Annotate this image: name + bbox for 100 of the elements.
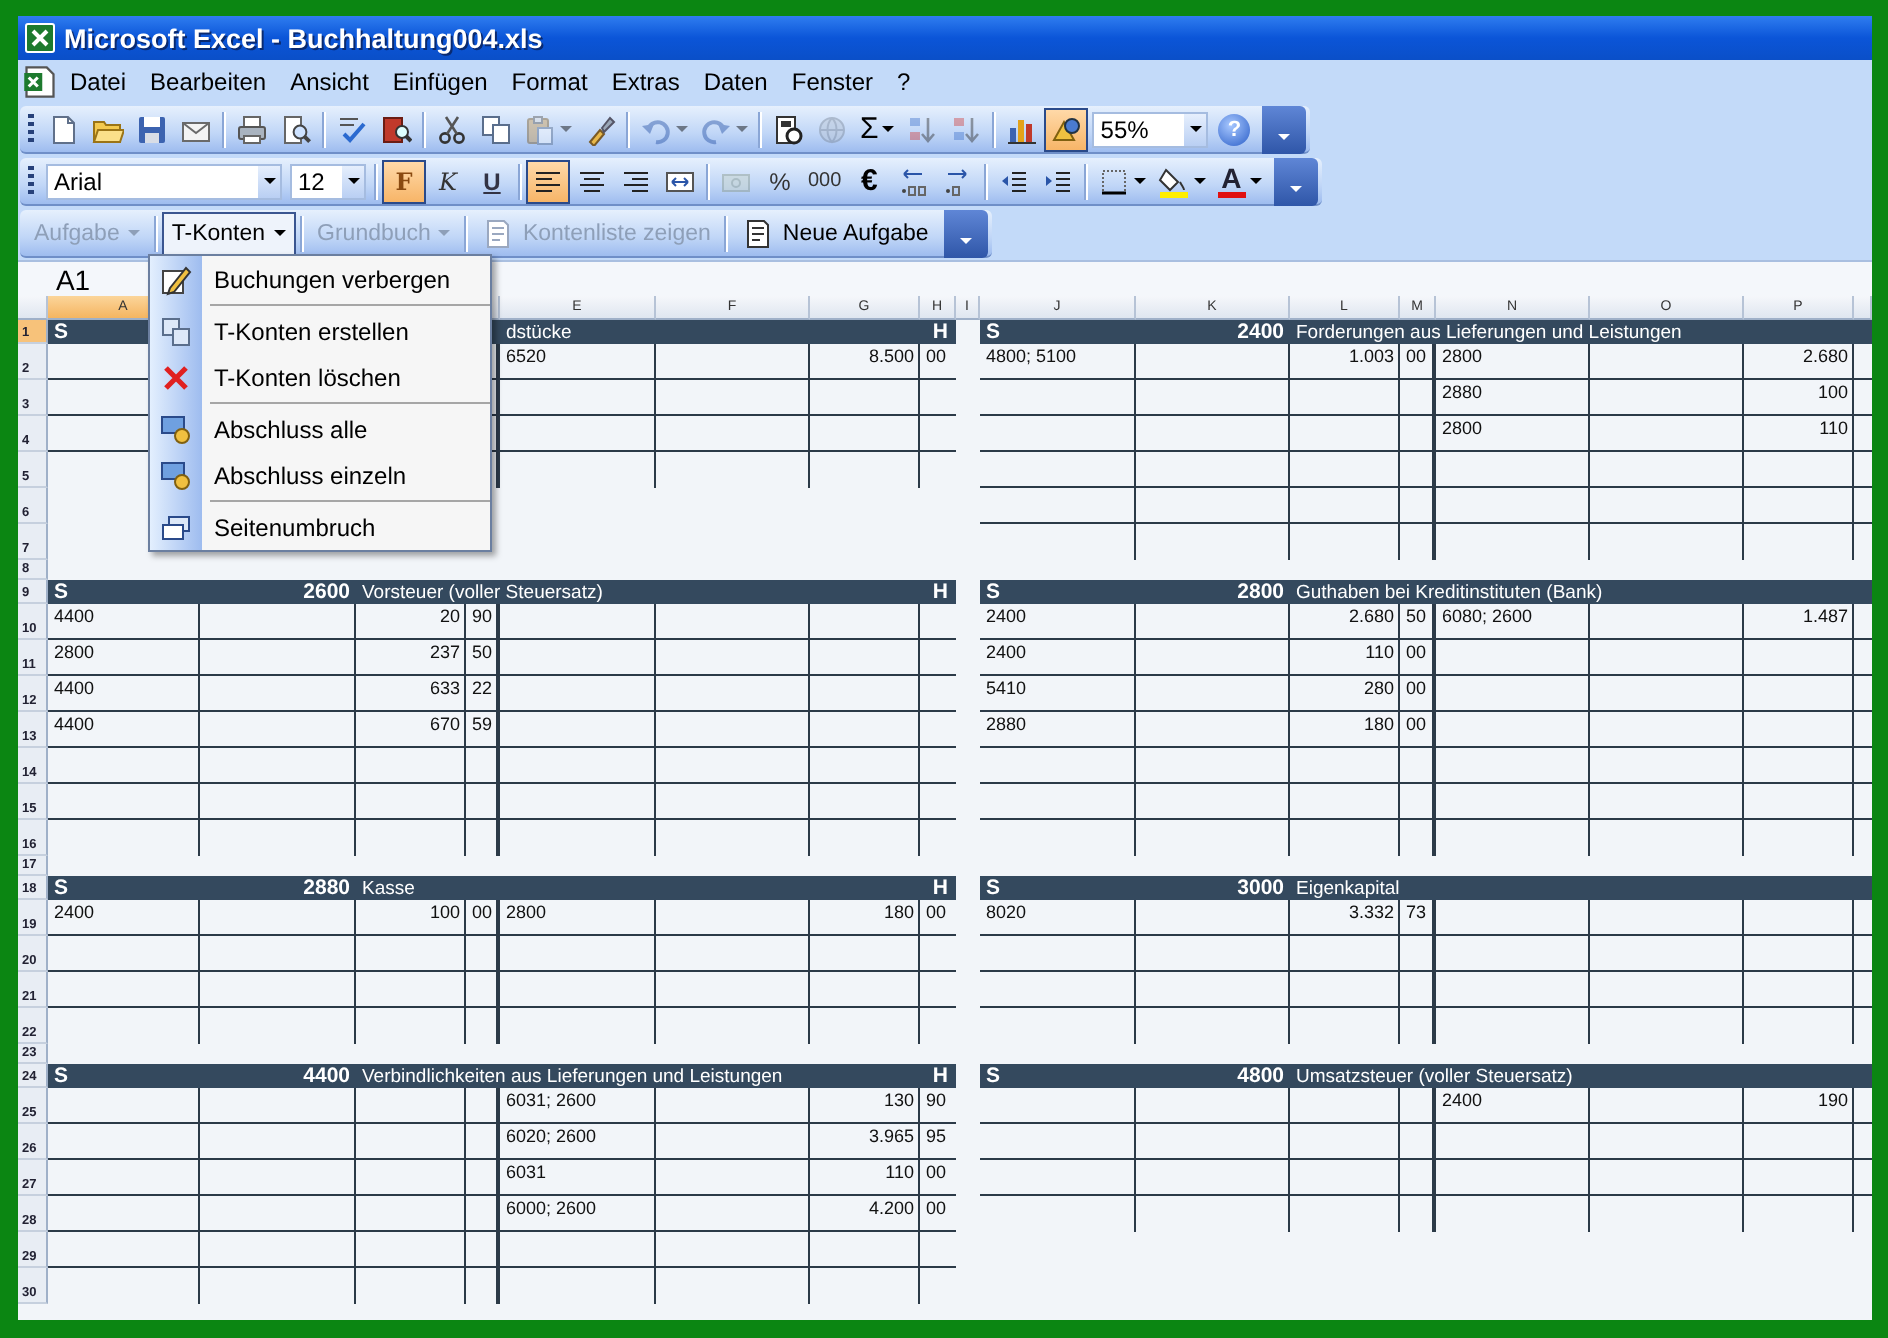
zoom-field[interactable]: 55%: [1092, 111, 1209, 147]
menu-item[interactable]: Format: [499, 64, 600, 100]
bold-button[interactable]: F: [382, 159, 426, 203]
menu-item[interactable]: Fenster: [779, 64, 886, 100]
amount-cell: 2.680: [1802, 346, 1848, 366]
cents-cell: 00: [1406, 642, 1427, 662]
underline-button[interactable]: U: [470, 159, 514, 203]
pages-icon: [160, 511, 192, 543]
account-name: Verbindlichkeiten aus Lieferungen und Leistungen: [360, 1065, 785, 1087]
font-field[interactable]: Arial: [46, 163, 282, 199]
contra-account-cell: 6080; 2600: [1442, 606, 1533, 626]
amount-cell: 237: [429, 642, 460, 662]
toolbar-button[interactable]: Neue Aufgabe: [732, 211, 939, 255]
amount-cell: 100: [1817, 382, 1848, 402]
amount-cell: 2.680: [1348, 606, 1394, 626]
menu-item[interactable]: Daten: [691, 64, 780, 100]
menu-item[interactable]: Extras: [599, 64, 692, 100]
menu-item[interactable]: T-Konten löschen: [202, 363, 401, 391]
cents-cell: 00: [1406, 678, 1427, 698]
cents-cell: 00: [926, 346, 947, 366]
contra-account-cell: 6000; 2600: [506, 1198, 597, 1218]
menu-item[interactable]: Ansicht: [278, 64, 381, 100]
cents-cell: 73: [1406, 902, 1427, 922]
menu-item[interactable]: T-Konten erstellen: [202, 317, 409, 345]
account-name: Vorsteuer (voller Steuersatz): [360, 581, 605, 603]
debit-label: S: [52, 1064, 71, 1088]
contra-account-cell: 4400: [54, 606, 95, 626]
account-name: dstücke: [504, 321, 574, 343]
thousands-button[interactable]: 000: [802, 159, 848, 203]
cross-icon: [160, 361, 192, 393]
amount-cell: 180: [883, 902, 914, 922]
contra-account-cell: 4400: [54, 678, 95, 698]
amount-cell: 3.332: [1348, 902, 1394, 922]
monitor-coins-icon: [160, 459, 192, 491]
account-name: Eigenkapital: [1294, 877, 1402, 899]
toolbar-button[interactable]: T-Konten: [161, 211, 296, 255]
toolbar-options-button[interactable]: [1273, 157, 1318, 205]
align-left-icon[interactable]: [526, 159, 570, 203]
cents-cell: 90: [926, 1090, 947, 1110]
contra-account-cell: 2800: [506, 902, 547, 922]
menu-item[interactable]: Einfügen: [380, 64, 500, 100]
amount-cell: 1.003: [1348, 346, 1394, 366]
menu-item[interactable]: ?: [885, 64, 923, 100]
account-name: Forderungen aus Lieferungen und Leistungen: [1294, 321, 1684, 343]
amount-cell: 3.965: [868, 1126, 914, 1146]
contra-account-cell: 2400: [54, 902, 95, 922]
italic-button[interactable]: K: [426, 159, 470, 203]
cents-cell: 50: [1406, 606, 1427, 626]
euro-button[interactable]: €: [847, 159, 892, 203]
account-name: Kasse: [360, 877, 417, 899]
debit-label: S: [52, 320, 71, 344]
account-number: 3000: [1235, 876, 1286, 900]
contra-account-cell: 6031; 2600: [506, 1090, 597, 1110]
account-name: Umsatzsteuer (voller Steuersatz): [1294, 1065, 1575, 1087]
cents-cell: 90: [472, 606, 493, 626]
amount-cell: 1.487: [1802, 606, 1848, 626]
account-number: 2880: [301, 876, 352, 900]
menu-item[interactable]: Seitenumbruch: [202, 513, 376, 541]
menu-item[interactable]: Bearbeiten: [138, 64, 279, 100]
toolbar-options-button[interactable]: [1262, 105, 1307, 153]
toolbar-options-button[interactable]: [944, 209, 989, 257]
list-document-icon: [482, 217, 515, 249]
toolbar-handle[interactable]: [28, 113, 34, 145]
cents-cell: 00: [926, 1162, 947, 1182]
amount-cell: 110: [885, 1162, 914, 1182]
toolbar-handle[interactable]: [28, 165, 34, 197]
cents-cell: 00: [926, 1198, 947, 1218]
amount-cell: 633: [429, 678, 460, 698]
spreadsheet-app-icon: [24, 22, 56, 54]
sum-button[interactable]: Σ: [854, 107, 901, 151]
contra-account-cell: 5410: [986, 678, 1027, 698]
contra-account-cell: 6031: [506, 1162, 547, 1182]
contra-account-cell: 6520: [506, 346, 547, 366]
menu-item[interactable]: Buchungen verbergen: [202, 265, 451, 293]
amount-cell: 4.200: [868, 1198, 914, 1218]
cents-cell: 22: [472, 678, 493, 698]
font-size-field[interactable]: 12: [290, 163, 366, 199]
contra-account-cell: 4800; 5100: [986, 346, 1077, 366]
percent-button[interactable]: %: [758, 159, 802, 203]
debit-label: S: [52, 876, 71, 900]
menu-item[interactable]: Abschluss alle: [202, 415, 368, 443]
cents-cell: 00: [472, 902, 493, 922]
debit-label: S: [984, 320, 1003, 344]
contra-account-cell: 6020; 2600: [506, 1126, 597, 1146]
font-color-button[interactable]: A: [1211, 159, 1268, 203]
account-number: 2600: [301, 580, 352, 604]
amount-cell: 670: [429, 714, 460, 734]
amount-cell: 130: [883, 1090, 914, 1110]
shapes-icon[interactable]: [1044, 107, 1089, 151]
menu-item[interactable]: Datei: [58, 64, 139, 100]
amount-cell: 280: [1363, 678, 1394, 698]
amount-cell: 110: [1819, 418, 1848, 438]
credit-label: H: [930, 1064, 950, 1088]
amount-cell: 190: [1817, 1090, 1848, 1110]
debit-label: S: [984, 1064, 1003, 1088]
workbook-icon: [22, 64, 58, 100]
amount-cell: 180: [1363, 714, 1394, 734]
amount-cell: 100: [429, 902, 460, 922]
menu-item[interactable]: Abschluss einzeln: [202, 461, 407, 489]
contra-account-cell: 2400: [986, 606, 1027, 626]
